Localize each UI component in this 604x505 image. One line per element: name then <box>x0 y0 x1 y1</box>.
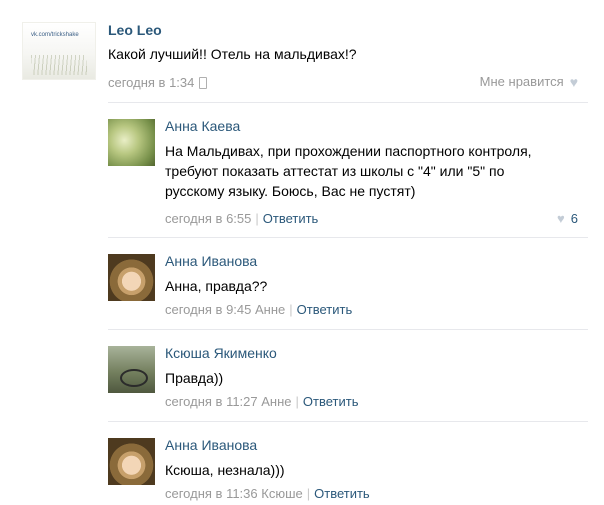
post-author-avatar[interactable]: vk.com/trickshake <box>22 22 96 80</box>
post-time[interactable]: сегодня в 1:34 <box>108 75 194 90</box>
comment-text-line: Ксюша, незнала))) <box>165 462 285 478</box>
comment-time[interactable]: сегодня в 11:27 <box>165 394 258 409</box>
comment-meta: сегодня в 6:55 | Ответить <box>165 211 318 226</box>
meta-separator: | <box>295 394 299 409</box>
comment: Анна Иванова Ксюша, незнала))) сегодня в… <box>108 421 588 505</box>
reply-link[interactable]: Ответить <box>314 486 370 501</box>
comment-time[interactable]: сегодня в 11:36 <box>165 486 258 501</box>
phone-icon <box>199 76 208 89</box>
comment-avatar[interactable] <box>108 346 155 393</box>
comment-text-line: требуют показать аттестат из школы с "4"… <box>165 163 505 179</box>
comment-meta: сегодня в 11:27 Анне | Ответить <box>165 394 359 409</box>
comment-author[interactable]: Ксюша Якименко <box>165 345 277 361</box>
avatar-grass-graphic <box>31 55 87 75</box>
comment-like-button[interactable]: ♥ 6 <box>557 211 578 226</box>
reply-link[interactable]: Ответить <box>263 211 319 226</box>
like-label: Мне нравится <box>479 74 564 89</box>
comment: Ксюша Якименко Правда)) сегодня в 11:27 … <box>108 329 588 421</box>
post-meta: сегодня в 1:34 <box>108 75 208 90</box>
comment-avatar[interactable] <box>108 119 155 166</box>
meta-separator: | <box>255 211 259 226</box>
comment-text-line: Анна, правда?? <box>165 278 268 294</box>
reply-to[interactable]: Анне <box>255 302 285 317</box>
meta-separator: | <box>289 302 293 317</box>
comment-text-line: На Мальдивах, при прохождении паспортног… <box>165 143 532 159</box>
wall-post: vk.com/trickshake Leo Leo Какой лучший!!… <box>0 0 604 501</box>
post-author-name[interactable]: Leo Leo <box>108 22 162 38</box>
comment-meta: сегодня в 9:45 Анне | Ответить <box>165 302 352 317</box>
post-like-button[interactable]: Мне нравится ♥ <box>480 74 578 89</box>
comment-time[interactable]: сегодня в 9:45 <box>165 302 251 317</box>
comment-text-line: русскому языку. Боюсь, Вас не пустят) <box>165 183 416 199</box>
comment-author[interactable]: Анна Иванова <box>165 253 257 269</box>
comment-meta: сегодня в 11:36 Ксюше | Ответить <box>165 486 370 501</box>
reply-to[interactable]: Анне <box>261 394 291 409</box>
reply-to[interactable]: Ксюше <box>261 486 302 501</box>
heart-icon: ♥ <box>557 211 565 226</box>
comment-avatar[interactable] <box>108 254 155 301</box>
comment-text-line: Правда)) <box>165 370 224 386</box>
comment: Анна Иванова Анна, правда?? сегодня в 9:… <box>108 237 588 329</box>
reply-link[interactable]: Ответить <box>297 302 353 317</box>
comment-like-count: 6 <box>570 211 578 226</box>
comment-time[interactable]: сегодня в 6:55 <box>165 211 251 226</box>
reply-link[interactable]: Ответить <box>303 394 359 409</box>
post-text: Какой лучший!! Отель на мальдивах!? <box>108 46 357 62</box>
comment: Анна Каева На Мальдивах, при прохождении… <box>108 102 588 237</box>
heart-icon: ♥ <box>569 73 578 90</box>
comments-list: Анна Каева На Мальдивах, при прохождении… <box>108 102 588 505</box>
meta-separator: | <box>306 486 311 501</box>
comment-avatar[interactable] <box>108 438 155 485</box>
comment-author[interactable]: Анна Каева <box>165 118 240 134</box>
avatar-watermark: vk.com/trickshake <box>31 32 79 38</box>
comment-author[interactable]: Анна Иванова <box>165 437 257 453</box>
